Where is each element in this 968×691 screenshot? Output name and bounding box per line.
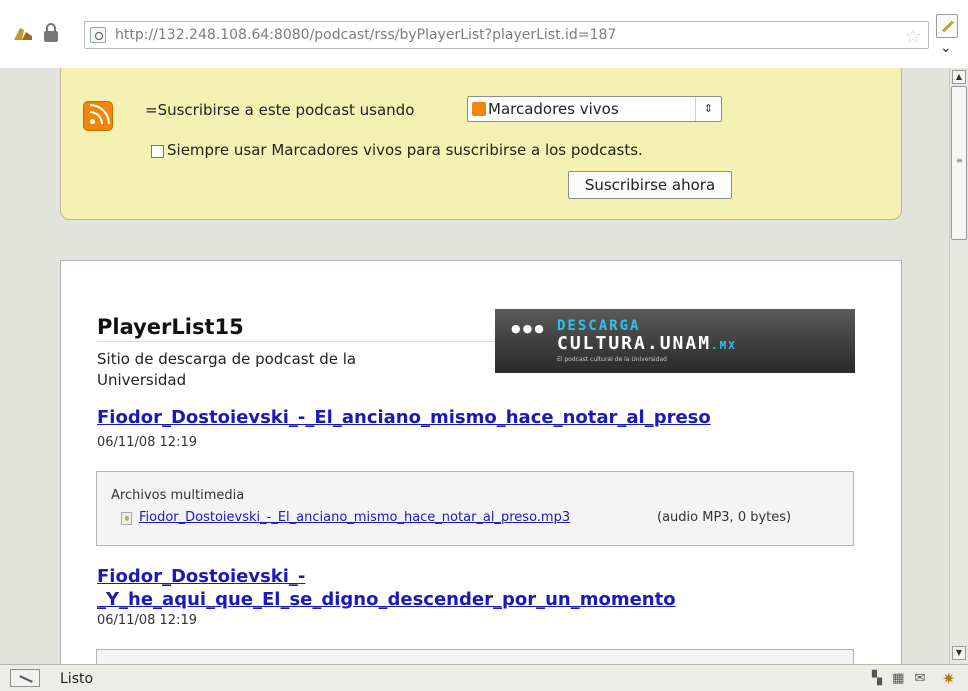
scroll-down-icon[interactable]: ▼ [952, 646, 966, 660]
feed-body: PlayerList15 Sitio de descarga de podcas… [60, 260, 902, 664]
title-divider [97, 341, 497, 342]
lock-icon[interactable] [42, 23, 60, 43]
site-identity-icon[interactable] [90, 27, 106, 43]
status-text: Listo [60, 671, 94, 687]
media-enclosure-box [96, 649, 854, 664]
page-content: =Suscribirse a este podcast usando Marca… [0, 68, 949, 664]
clear-icon[interactable] [12, 24, 34, 42]
logo-tagline: El podcast cultural de la Universidad [557, 356, 667, 363]
entry-title-link-continued[interactable]: _Y_he_aqui_que_El_se_digno_descender_por… [97, 589, 676, 610]
status-bar: Listo ▚ ▦ ✉ ✷ [0, 664, 968, 691]
url-bar[interactable]: http://132.248.108.64:8080/podcast/rss/b… [84, 21, 929, 49]
scroll-up-icon[interactable]: ▲ [952, 70, 966, 84]
feed-description: Sitio de descarga de podcast de la Unive… [97, 350, 357, 389]
subscribe-method-select[interactable]: Marcadores vivos ⇕ [467, 96, 722, 122]
select-arrows-icon[interactable]: ⇕ [695, 97, 721, 121]
entry-date: 06/11/08 12:19 [97, 435, 197, 450]
scrollbar-thumb[interactable]: ≡ [951, 86, 967, 240]
bookmark-star-icon[interactable]: ☆ [904, 24, 922, 48]
url-text[interactable]: http://132.248.108.64:8080/podcast/rss/b… [115, 27, 616, 43]
live-bookmarks-icon [472, 102, 486, 116]
navigation-toolbar: http://132.248.108.64:8080/podcast/rss/b… [0, 0, 968, 68]
entry-date: 06/11/08 12:19 [97, 613, 197, 628]
logo-line2: CULTURA.UNAM.MX [557, 333, 737, 354]
subscribe-panel: =Suscribirse a este podcast usando Marca… [60, 68, 902, 220]
chevron-down-icon[interactable]: ⌄ [940, 40, 952, 56]
logo-dots: ●●● [511, 322, 546, 335]
rss-feed-icon [83, 101, 113, 131]
entry-title-link[interactable]: Fiodor_Dostoievski_- [97, 566, 305, 587]
subscribe-label: =Suscribirse a este podcast usando [145, 101, 415, 119]
feed-logo: ●●● DESCARGA CULTURA.UNAM.MX El podcast … [495, 309, 855, 373]
status-tray-icons[interactable]: ▚ ▦ ✉ [872, 671, 928, 686]
feed-title: PlayerList15 [97, 315, 244, 339]
media-file-meta: (audio MP3, 0 bytes) [657, 510, 792, 525]
media-header: Archivos multimedia [111, 488, 245, 503]
selected-option: Marcadores vivos [488, 100, 619, 118]
bug-icon[interactable]: ✷ [942, 669, 955, 688]
always-use-checkbox[interactable] [151, 145, 164, 158]
grip-icon: ≡ [956, 156, 963, 165]
subscribe-now-button[interactable]: Suscribirse ahora [568, 171, 732, 199]
entry-title-link[interactable]: Fiodor_Dostoievski_-_El_anciano_mismo_ha… [97, 407, 711, 428]
audio-file-icon [121, 512, 132, 525]
logo-line1: DESCARGA [557, 318, 641, 334]
vertical-scrollbar[interactable]: ▲ ≡ ▼ [949, 68, 968, 664]
media-enclosure-box: Archivos multimedia Fiodor_Dostoievski_-… [96, 471, 854, 546]
edit-icon[interactable] [936, 14, 958, 38]
media-file-link[interactable]: Fiodor_Dostoievski_-_El_anciano_mismo_ha… [139, 510, 570, 525]
sidebar-toggle-icon[interactable] [10, 669, 40, 687]
always-use-label[interactable]: Siempre usar Marcadores vivos para suscr… [167, 141, 643, 159]
